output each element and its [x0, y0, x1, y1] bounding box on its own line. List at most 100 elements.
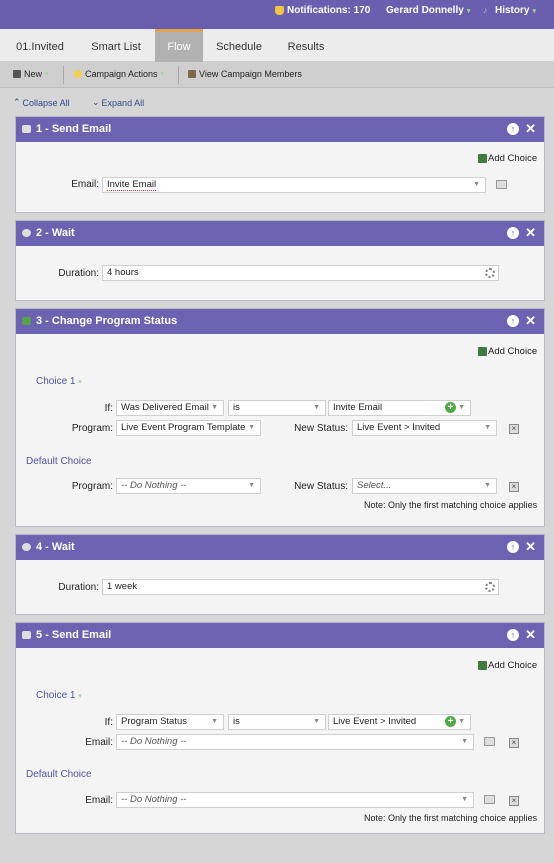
lightbulb-icon — [74, 70, 82, 78]
add-choice-icon — [478, 347, 487, 356]
user-menu[interactable]: Gerard Donnelly ▾ — [386, 5, 470, 16]
flow-step-5: 5 - Send Email ↑ ✕ Add Choice Choice 1 ▾… — [15, 622, 545, 834]
step-header: 3 - Change Program Status ↑ ✕ — [16, 309, 544, 334]
email-icon — [22, 125, 31, 133]
step-header: 2 - Wait ↑ ✕ — [16, 221, 544, 246]
default-program-label: Program: — [71, 481, 113, 492]
close-icon[interactable]: ✕ — [525, 539, 536, 555]
remove-choice-icon[interactable]: × — [509, 424, 519, 434]
default-email-select[interactable]: -- Do Nothing -- ▼ — [116, 792, 474, 808]
if-field-select[interactable]: Program Status ▼ — [116, 714, 224, 730]
step-header: 4 - Wait ↑ ✕ — [16, 535, 544, 560]
chevron-down-icon: ▼ — [484, 424, 491, 431]
duration-field[interactable]: 4 hours — [102, 265, 499, 281]
notifications-link[interactable]: Notifications: 170 — [275, 5, 370, 16]
email-select[interactable]: -- Do Nothing -- ▼ — [116, 734, 474, 750]
view-campaign-members-button[interactable]: View Campaign Members — [188, 69, 302, 79]
remove-choice-icon[interactable]: × — [509, 796, 519, 806]
default-choice-label: Default Choice — [26, 456, 92, 467]
move-up-icon[interactable]: ↑ — [507, 629, 519, 641]
choice-1-label[interactable]: Choice 1 ▾ — [36, 376, 82, 387]
chevron-down-icon: ▼ — [461, 738, 468, 745]
history-label: History — [495, 5, 530, 16]
chevron-down-icon: ▾ — [78, 379, 82, 386]
add-choice-button[interactable]: Add Choice — [478, 660, 537, 671]
view-members-label: View Campaign Members — [199, 69, 302, 79]
chevron-down-icon: ▼ — [461, 796, 468, 803]
if-operator-select[interactable]: is ▼ — [228, 400, 326, 416]
tab-results[interactable]: Results — [278, 29, 334, 62]
new-label: New — [24, 69, 43, 79]
if-field-select[interactable]: Was Delivered Email ▼ — [116, 400, 224, 416]
default-program-select[interactable]: -- Do Nothing -- ▼ — [116, 478, 261, 494]
step-header: 5 - Send Email ↑ ✕ — [16, 623, 544, 648]
chevron-down-icon: ▼ — [458, 718, 465, 725]
default-choice-label: Default Choice — [26, 769, 92, 780]
duration-field[interactable]: 1 week — [102, 579, 499, 595]
campaign-actions-button[interactable]: Campaign Actions ▾ — [74, 69, 164, 79]
default-new-status-select[interactable]: Select... ▼ — [352, 478, 497, 494]
choice-1-text: Choice 1 — [36, 376, 76, 387]
if-label: If: — [104, 717, 113, 728]
tab-smart-list[interactable]: Smart List — [80, 29, 152, 62]
expand-all-link[interactable]: ⌄ Expand All — [92, 97, 144, 108]
gear-icon[interactable] — [485, 582, 495, 592]
default-new-status-value: Select... — [357, 480, 392, 491]
gear-icon[interactable] — [485, 268, 495, 278]
program-value: Live Event Program Template — [121, 422, 246, 433]
new-status-value: Live Event > Invited — [357, 422, 441, 433]
preview-icon[interactable] — [484, 795, 495, 804]
duration-label: Duration: — [58, 268, 99, 279]
tab-invited[interactable]: 01.Invited — [0, 29, 80, 62]
add-choice-label: Add Choice — [488, 346, 538, 357]
preview-icon[interactable] — [496, 180, 507, 189]
choice-note: Note: Only the first matching choice app… — [364, 500, 538, 510]
toolbar-divider — [178, 66, 179, 84]
close-icon[interactable]: ✕ — [525, 313, 536, 329]
add-condition-icon[interactable]: + — [445, 402, 456, 413]
move-up-icon[interactable]: ↑ — [507, 541, 519, 553]
move-up-icon[interactable]: ↑ — [507, 123, 519, 135]
add-choice-label: Add Choice — [488, 153, 538, 164]
step-title: 2 - Wait — [36, 227, 75, 239]
move-up-icon[interactable]: ↑ — [507, 315, 519, 327]
flow-step-2: 2 - Wait ↑ ✕ Duration: 4 hours — [15, 220, 545, 301]
default-email-value: -- Do Nothing -- — [121, 794, 187, 805]
remove-choice-icon[interactable]: × — [509, 738, 519, 748]
collapse-all-link[interactable]: ⌃ Collapse All — [13, 97, 70, 108]
chevron-down-icon: ▼ — [248, 482, 255, 489]
default-program-value: -- Do Nothing -- — [121, 480, 187, 491]
status-change-icon — [22, 317, 31, 325]
choice-1-label[interactable]: Choice 1 ▾ — [36, 690, 82, 701]
history-menu[interactable]: ♪ History ▾ — [483, 5, 536, 16]
add-choice-button[interactable]: Add Choice — [478, 153, 537, 164]
new-button[interactable]: New ▾ — [13, 69, 49, 79]
email-label: Email: — [85, 737, 113, 748]
email-icon — [22, 631, 31, 639]
add-choice-button[interactable]: Add Choice — [478, 346, 537, 357]
flow-step-4: 4 - Wait ↑ ✕ Duration: 1 week — [15, 534, 545, 615]
email-select[interactable]: Invite Email ▼ — [102, 177, 486, 193]
new-status-select[interactable]: Live Event > Invited ▼ — [352, 420, 497, 436]
program-select[interactable]: Live Event Program Template ▼ — [116, 420, 261, 436]
close-icon[interactable]: ✕ — [525, 627, 536, 643]
step-title: 1 - Send Email — [36, 123, 112, 135]
remove-choice-icon[interactable]: × — [509, 482, 519, 492]
close-icon[interactable]: ✕ — [525, 121, 536, 137]
tab-flow[interactable]: Flow — [155, 29, 203, 62]
if-operator-select[interactable]: is ▼ — [228, 714, 326, 730]
campaign-actions-label: Campaign Actions — [85, 69, 158, 79]
chevron-down-icon: ▼ — [313, 718, 320, 725]
chevron-down-icon: ▾ — [532, 7, 536, 15]
chevron-down-icon: ▼ — [484, 482, 491, 489]
if-label: If: — [104, 403, 113, 414]
preview-icon[interactable] — [484, 737, 495, 746]
choice-note: Note: Only the first matching choice app… — [364, 813, 538, 823]
tab-schedule[interactable]: Schedule — [205, 29, 273, 62]
collapse-all-label: Collapse All — [22, 97, 70, 108]
add-condition-icon[interactable]: + — [445, 716, 456, 727]
move-up-icon[interactable]: ↑ — [507, 227, 519, 239]
toolbar: New ▾ Campaign Actions ▾ View Campaign M… — [0, 62, 554, 88]
close-icon[interactable]: ✕ — [525, 225, 536, 241]
clock-icon — [22, 543, 31, 551]
